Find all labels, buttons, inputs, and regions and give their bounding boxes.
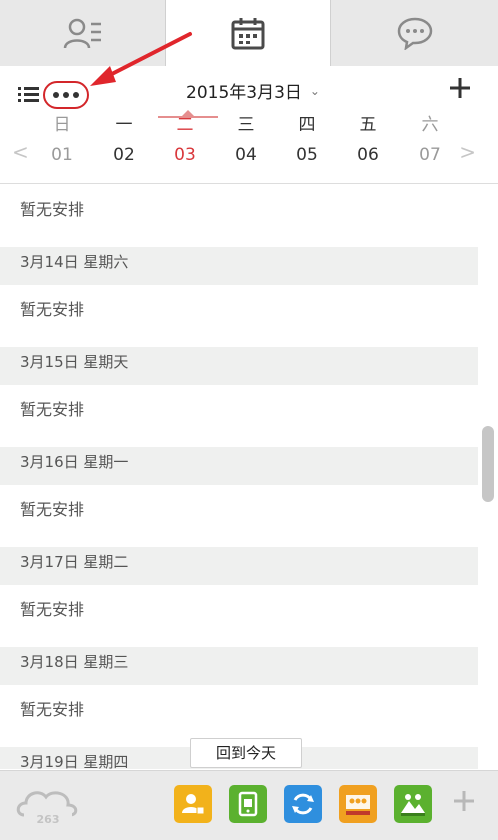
add-event-button[interactable] [448,76,472,100]
brand-text: 263 [37,813,60,826]
week-strip: < 日 01 一 02 二 03 三 04 四 05 五 06 六 07 > [0,110,498,182]
list-view-button[interactable] [18,84,40,104]
date-header-row: 3月14日 星期六 [0,247,478,285]
tab-calendar[interactable] [166,0,330,67]
date-header-row: 3月18日 星期三 [0,647,478,685]
bottom-app-bar: 263 [0,770,498,840]
sync-app-button[interactable] [284,785,322,823]
date-number: 04 [235,145,257,165]
weekday-label: 五 [359,115,377,135]
day-cell-selected[interactable]: 二 03 [155,110,215,170]
contacts-icon [63,18,101,49]
add-app-button[interactable] [452,789,476,813]
day-cell[interactable]: 日 01 [32,110,92,170]
tab-contacts[interactable] [0,0,166,66]
next-week-arrow-icon[interactable]: > [459,140,476,164]
tab-messages[interactable] [330,0,498,66]
contact-app-button[interactable] [174,785,212,823]
date-number: 05 [296,145,318,165]
more-dot [63,92,69,98]
date-number: 07 [419,145,441,165]
no-schedule-row: 暂无安排 [0,285,478,347]
tablet-app-button[interactable] [229,785,267,823]
more-dot [73,92,79,98]
scrollbar-thumb[interactable] [482,426,494,502]
date-header-row: 3月16日 星期一 [0,447,478,485]
list-icon [18,87,39,102]
sync-app-icon [292,793,314,815]
contact-app-icon [182,794,205,815]
date-number: 01 [51,145,73,165]
weekday-label: 三 [237,115,255,135]
prev-week-arrow-icon[interactable]: < [12,140,29,164]
chat-bubble-icon [397,17,432,50]
date-number: 06 [357,145,379,165]
selected-day-notch [182,110,194,116]
selected-day-underline [158,116,218,118]
back-to-today-button[interactable]: 回到今天 [190,738,302,768]
date-header-row: 3月17日 星期二 [0,547,478,585]
weekday-label: 六 [421,115,439,135]
more-dots-icon [53,92,59,98]
no-schedule-row: 暂无安排 [0,185,478,247]
conference-app-icon [401,794,425,816]
current-date-label: 2015年3月3日 [186,83,302,103]
conference-app-button[interactable] [394,785,432,823]
date-number: 03 [174,145,196,165]
weekday-label: 一 [115,115,133,135]
day-cell[interactable]: 一 02 [94,110,154,170]
calendar-icon [231,17,265,49]
day-cell[interactable]: 三 04 [216,110,276,170]
date-selector[interactable]: 2015年3月3日 ⌄ [186,78,320,103]
plus-icon [450,78,470,98]
no-schedule-row: 暂无安排 [0,385,478,447]
plus-icon [454,791,474,811]
weekday-label: 日 [53,115,71,135]
date-header-row: 3月15日 星期天 [0,347,478,385]
day-cell[interactable]: 六 07 [400,110,460,170]
no-schedule-row: 暂无安排 [0,485,478,547]
date-number: 02 [113,145,135,165]
day-cell[interactable]: 四 05 [277,110,337,170]
tablet-app-icon [238,791,258,817]
cloud-logo-icon: 263 [16,791,78,826]
calendar-header: 2015年3月3日 ⌄ < 日 01 一 02 二 03 三 04 四 05 五… [0,66,498,184]
weekday-label: 四 [298,115,316,135]
day-cell[interactable]: 五 06 [338,110,398,170]
no-schedule-row: 暂无安排 [0,585,478,647]
meeting-app-icon [346,795,370,815]
top-tab-bar [0,0,498,67]
schedule-list[interactable]: 暂无安排 3月14日 星期六 暂无安排 3月15日 星期天 暂无安排 3月16日… [0,185,478,769]
meeting-app-button[interactable] [339,785,377,823]
more-options-button[interactable] [43,81,89,109]
chevron-down-icon: ⌄ [309,83,320,98]
